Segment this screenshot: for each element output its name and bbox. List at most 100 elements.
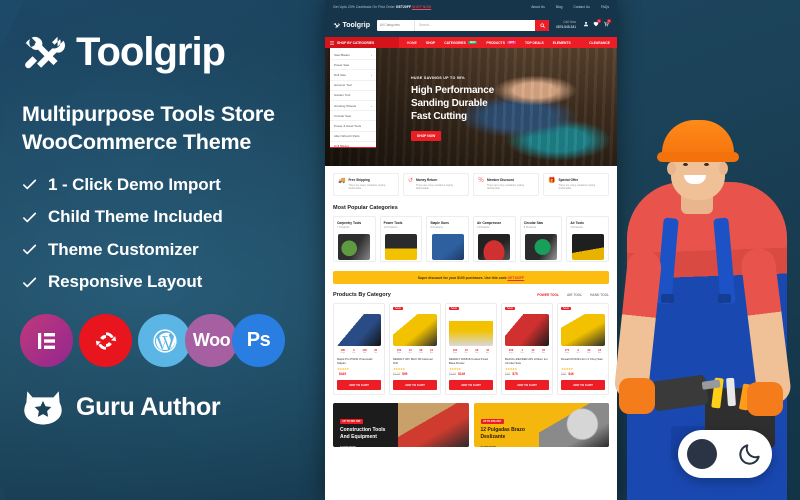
feature-card: 🎁 Special Offer There are many variations… xyxy=(543,173,609,196)
category-count: 4 Products xyxy=(570,226,583,229)
product-current-price: $99 xyxy=(402,372,408,376)
check-icon xyxy=(23,179,37,190)
hero-category-item[interactable]: Grinding Wheels › xyxy=(330,101,376,112)
category-card[interactable]: Air Compressor 4 Products xyxy=(473,216,516,262)
hero-category-item[interactable]: Allen Wrench Parts xyxy=(330,132,376,142)
search-category-select[interactable]: All Categories xyxy=(377,19,415,31)
category-thumbnail xyxy=(338,234,371,260)
category-card[interactable]: Power Tools 14 Products xyxy=(379,216,423,262)
feature-strip: 🚚 Free Shipping There are many variations… xyxy=(325,166,617,196)
category-card[interactable]: Staple Guns 9 Products xyxy=(426,216,470,262)
shop-by-categories-button[interactable]: SHOP BY CATEGORIES xyxy=(325,37,399,48)
topbar-link-about[interactable]: About Us xyxy=(531,5,545,9)
product-price: $129 $99 xyxy=(393,372,437,376)
banner-discount-badge: UP TO 40% OFF xyxy=(480,419,504,424)
add-to-cart-button[interactable]: ADD TO CART xyxy=(505,380,549,390)
search-input[interactable]: Search... xyxy=(415,20,535,31)
category-card[interactable]: Air Tools 4 Products xyxy=(566,216,610,262)
hero-category-item[interactable]: Circular Saw xyxy=(330,111,376,122)
countdown-unit: Sec xyxy=(485,352,490,354)
moon-icon[interactable] xyxy=(737,441,763,467)
countdown-unit: Hrs xyxy=(408,352,412,354)
feature-item: Child Theme Included xyxy=(22,207,330,227)
category-count: 8 Products xyxy=(523,226,537,229)
product-name: Rapid Pro PS151 Pneumatic Stapler xyxy=(337,357,373,365)
hero-category-item[interactable]: Hammer Tool xyxy=(330,81,376,91)
promo-banner-construction[interactable]: UP TO 30% OFF Construction Tools And Equ… xyxy=(333,403,469,447)
cat-star-icon xyxy=(24,391,62,425)
product-card[interactable]: SALE 160 Days 10 Hrs 26 Min 42 Sec DEWALT DW… xyxy=(445,303,497,395)
author-lockup: Guru Author xyxy=(22,389,330,425)
theme-toggle[interactable] xyxy=(678,430,772,478)
mock-search-bar[interactable]: All Categories Search... xyxy=(376,19,550,31)
product-card[interactable]: SALE 208 Days 4 Hrs 19 Min 55 Sec BLACK+DECK… xyxy=(501,303,553,395)
wordpress-badge xyxy=(138,314,191,368)
category-card[interactable]: Carpentry Tools 7 Products xyxy=(333,216,376,262)
technology-badges: Woo Ps xyxy=(20,314,330,368)
nav-item-categories[interactable]: CATEGORIES NEW xyxy=(444,40,478,45)
circle-icon[interactable] xyxy=(687,439,717,469)
promo-bar-code: GET100FF xyxy=(507,275,525,280)
account-icon[interactable] xyxy=(583,21,589,29)
announcement-link[interactable]: SHOP NOW xyxy=(412,5,431,9)
countdown-unit: Min xyxy=(363,352,367,354)
hero-category-label: Saw Blades xyxy=(334,52,350,57)
product-card[interactable]: SALE 150 Days 13 Hrs 38 Min 10 Sec DEWALT 20… xyxy=(389,303,441,395)
product-image xyxy=(393,314,437,346)
hero-category-item[interactable]: Drill Saw › xyxy=(330,70,376,81)
search-icon[interactable] xyxy=(535,19,550,31)
hero-title-line-3: Fast Cutting xyxy=(411,111,467,123)
tab-power-tool[interactable]: POWER TOOL xyxy=(537,293,559,297)
check-icon xyxy=(23,244,37,255)
nav-item-home[interactable]: HOME xyxy=(407,41,417,45)
nav-tag-new: NEW xyxy=(467,41,478,44)
category-count: 4 Products xyxy=(477,226,490,229)
product-current-price: $149 xyxy=(458,372,466,376)
nav-item-products[interactable]: PRODUCTS HOT xyxy=(486,41,516,45)
hero-category-item[interactable]: Power Saw xyxy=(330,60,376,71)
sale-badge: SALE xyxy=(561,307,571,310)
topbar-link-blog[interactable]: Blog xyxy=(556,5,563,9)
worker-glove-left xyxy=(619,378,655,414)
nav-item-elements[interactable]: ELEMENTS xyxy=(553,41,571,45)
check-icon xyxy=(23,212,37,223)
hero-category-label: Hammer Tool xyxy=(334,83,352,88)
countdown-unit: Min xyxy=(419,352,423,354)
nav-item-shop[interactable]: SHOP xyxy=(426,41,435,45)
countdown-unit: Hrs xyxy=(352,352,356,354)
banner-image xyxy=(538,403,609,447)
topbar-link-contact[interactable]: Contact Us xyxy=(573,5,589,9)
product-current-price: $75 xyxy=(512,372,518,376)
product-card[interactable]: 180 Days 6 Hrs 400 Min 20 Sec Rapid Pro PS15… xyxy=(333,303,385,395)
wordpress-icon xyxy=(152,329,177,353)
tab-air-tool[interactable]: AIR TOOL xyxy=(567,293,582,297)
countdown-unit: Days xyxy=(340,352,346,354)
hero-category-item[interactable]: Power & Hand Tools xyxy=(330,121,376,132)
refresh-arrows-icon xyxy=(95,332,116,350)
product-card[interactable]: SALE 175 Days 9 Hrs 33 Min 18 Sec Dewalt DCS… xyxy=(557,303,609,395)
add-to-cart-button[interactable]: ADD TO CART xyxy=(449,380,493,390)
hero-banner: Saw Blades › Power Saw Drill Saw › Hammer … xyxy=(325,48,617,166)
hero-shop-now-button[interactable]: SHOP NOW xyxy=(411,130,442,141)
hero-category-item[interactable]: Saw Blades › xyxy=(330,50,376,61)
add-to-cart-button[interactable]: ADD TO CART xyxy=(337,380,381,390)
nav-item-top-deals[interactable]: TOP DEALS xyxy=(525,41,544,45)
mock-logo[interactable]: Toolgrip xyxy=(333,22,370,29)
category-name: Power Tools xyxy=(383,221,403,225)
woocommerce-label: Woo xyxy=(192,330,231,351)
add-to-cart-button[interactable]: ADD TO CART xyxy=(393,380,437,390)
photoshop-badge: Ps xyxy=(232,314,285,368)
hero-category-item[interactable]: Garden Tool xyxy=(330,91,376,101)
promo-banner-pulgadas[interactable]: UP TO 40% OFF 12 Pulgadas Brazo Deslizan… xyxy=(473,403,609,447)
wishlist-heart-icon[interactable]: 0 xyxy=(593,19,601,29)
nav-item-products-label: PRODUCTS xyxy=(486,40,505,45)
category-card[interactable]: Circular Saw 8 Products xyxy=(519,216,563,262)
truck-icon: 🚚 xyxy=(338,178,346,184)
nav-item-categories-label: CATEGORIES xyxy=(444,40,466,45)
add-to-cart-button[interactable]: ADD TO CART xyxy=(561,380,605,390)
hard-hat-brim xyxy=(657,152,739,162)
countdown-unit: Days xyxy=(508,352,514,354)
hero-category-item[interactable]: Drill Blades xyxy=(330,142,376,151)
feature-desc: There are many variations styling fashio… xyxy=(487,183,524,191)
product-name: DEWALT 20V MAX XR Hammer Drill xyxy=(393,357,434,365)
